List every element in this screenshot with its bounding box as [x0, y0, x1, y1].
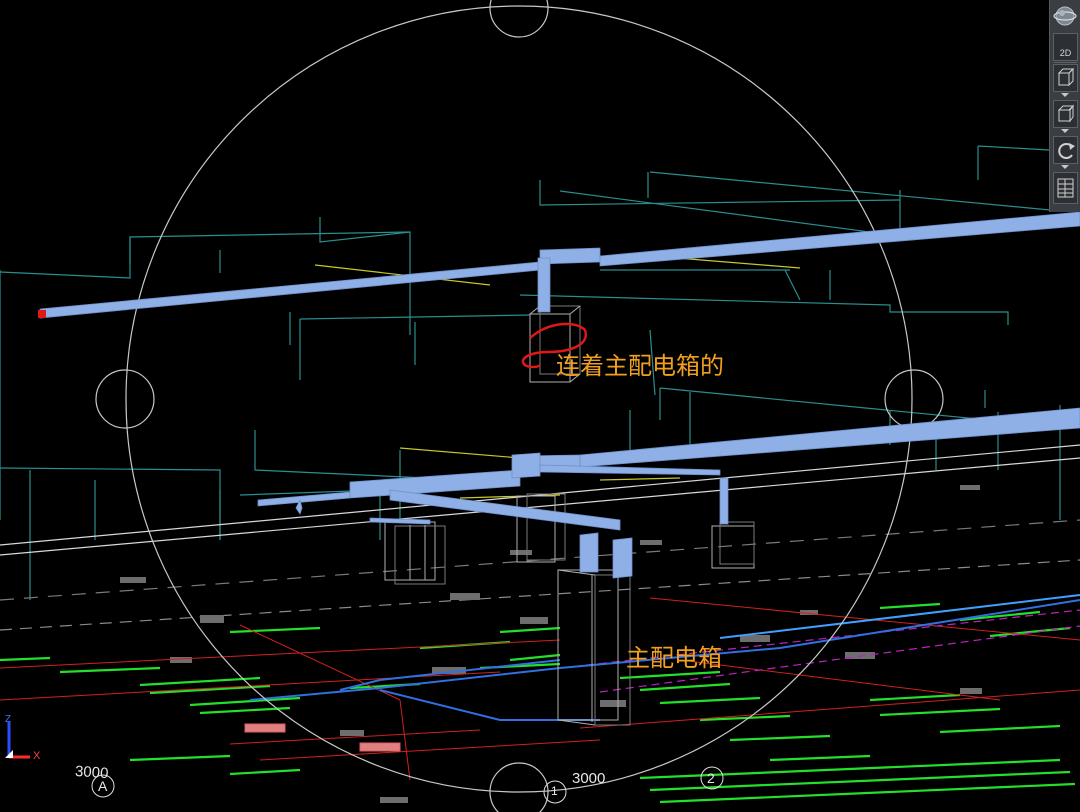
grid-bubble-2: 2 — [707, 770, 715, 786]
nav-separator — [1054, 62, 1077, 63]
navigation-bar: 2D — [1049, 0, 1080, 212]
view-label: 2D — [1059, 48, 1072, 58]
chevron-down-icon[interactable] — [1061, 165, 1069, 169]
model-viewport[interactable] — [0, 0, 1080, 812]
grid-bubble-1: 1 — [551, 784, 558, 798]
view-cube-icon[interactable] — [1053, 64, 1078, 92]
chevron-down-icon[interactable] — [1061, 93, 1069, 97]
navigation-panel-icon[interactable] — [1053, 172, 1078, 204]
box-view-icon[interactable] — [1053, 100, 1078, 128]
main-box-annotation: 主配电箱 — [626, 644, 722, 672]
orbit-globe-icon[interactable] — [1053, 2, 1078, 30]
chevron-down-icon[interactable] — [1061, 129, 1069, 133]
ucs-z-label: Z — [5, 714, 12, 725]
rotate-icon[interactable] — [1053, 136, 1078, 164]
duct-end-marker — [38, 310, 46, 318]
connected-box-annotation: 连着主配电箱的 — [556, 352, 724, 380]
2d-view-button[interactable]: 2D — [1053, 33, 1078, 61]
dimension-right: 3000 — [572, 770, 606, 787]
ucs-x-label: X — [33, 750, 41, 762]
grid-bubble-a: A — [98, 778, 108, 794]
